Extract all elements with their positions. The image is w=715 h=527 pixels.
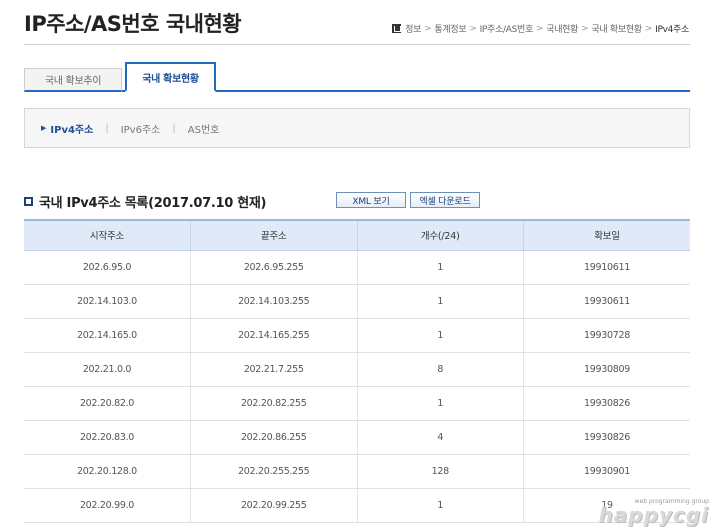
xml-view-button[interactable]: XML 보기 [336,192,406,208]
column-header-end: 끝주소 [190,219,357,251]
cell-count: 1 [356,250,524,285]
cell-start: 202.20.99.0 [24,488,191,523]
breadcrumb-item[interactable]: IP주소/AS번호 [480,22,534,35]
cell-date: 19910611 [523,250,690,285]
tab-domestic-status[interactable]: 국내 확보현황 [125,62,216,92]
cell-date: 19930901 [523,454,690,489]
cell-start: 202.14.165.0 [24,318,191,353]
breadcrumb-current: IPv4주소 [655,25,689,35]
cell-end: 202.21.7.255 [190,352,357,387]
breadcrumb-separator: > [469,23,477,34]
cell-end: 202.20.82.255 [190,386,357,421]
table-row: 202.14.165.0 202.14.165.255 1 19930728 [24,318,690,353]
table-row: 202.21.0.0 202.21.7.255 8 19930809 [24,352,690,387]
cell-start: 202.14.103.0 [24,284,191,319]
watermark-logo: happycgi [598,503,709,527]
cell-date: 19930611 [523,284,690,319]
column-header-count: 개수(/24) [356,219,524,251]
subnav-label: IPv4주소 [50,124,94,136]
cell-count: 1 [356,386,524,421]
column-header-start: 시작주소 [24,219,191,251]
ipv4-table: 시작주소 끝주소 개수(/24) 확보일 202.6.95.0 202.6.95… [24,219,690,523]
cell-end: 202.14.165.255 [190,318,357,353]
page-title: IP주소/AS번호 국내현황 [24,12,242,36]
table-row: 202.20.128.0 202.20.255.255 128 19930901 [24,454,690,489]
triangle-right-icon: ▶ [41,124,47,132]
breadcrumb-separator: > [424,23,432,34]
breadcrumb-separator: > [535,23,544,34]
tab-domestic-trend[interactable]: 국내 확보추이 [24,68,122,92]
cell-count: 8 [356,352,524,387]
subnav-divider: | [105,122,109,134]
subnav-divider: | [172,122,176,134]
breadcrumb-item[interactable]: 국내 확보현황 [591,22,642,35]
breadcrumb-separator: > [581,23,589,34]
table-row: 202.20.99.0 202.20.99.255 1 19 [24,488,690,523]
cell-start: 202.6.95.0 [24,250,191,285]
cell-end: 202.20.86.255 [190,420,357,455]
breadcrumb: 정보 > 통계정보 > IP주소/AS번호 > 국내현황 > 국내 확보현황 >… [392,22,689,35]
tab-bar: 국내 확보추이 국내 확보현황 [24,62,690,92]
title-divider [24,44,690,45]
cell-end: 202.6.95.255 [190,250,357,285]
table-row: 202.20.83.0 202.20.86.255 4 19930826 [24,420,690,455]
square-bullet-icon [24,197,33,206]
breadcrumb-separator: > [644,23,653,34]
sub-navigation: ▶ IPv4주소 | IPv6주소 | AS번호 [24,108,690,148]
cell-count: 128 [356,454,524,489]
table-row: 202.20.82.0 202.20.82.255 1 19930826 [24,386,690,421]
table-row: 202.14.103.0 202.14.103.255 1 19930611 [24,284,690,319]
cell-date: 19930826 [523,386,690,421]
breadcrumb-item[interactable]: 국내현황 [546,22,578,35]
subnav-ipv6[interactable]: IPv6주소 [121,121,161,136]
cell-end: 202.14.103.255 [190,284,357,319]
cell-count: 1 [356,318,524,353]
cell-end: 202.20.255.255 [190,454,357,489]
home-icon[interactable] [392,24,402,33]
cell-start: 202.21.0.0 [24,352,191,387]
cell-count: 1 [356,284,524,319]
cell-count: 4 [356,420,524,455]
cell-start: 202.20.128.0 [24,454,191,489]
cell-start: 202.20.82.0 [24,386,191,421]
cell-date: 19930826 [523,420,690,455]
list-header: 국내 IPv4주소 목록(2017.07.10 현재) [24,192,266,211]
cell-end: 202.20.99.255 [190,488,357,523]
breadcrumb-item[interactable]: 통계정보 [434,22,466,35]
cell-start: 202.20.83.0 [24,420,191,455]
table-header-row: 시작주소 끝주소 개수(/24) 확보일 [24,219,690,251]
column-header-date: 확보일 [523,219,690,251]
cell-date: 19930728 [523,318,690,353]
subnav-ipv4[interactable]: ▶ IPv4주소 [41,121,93,136]
excel-download-button[interactable]: 엑셀 다운로드 [410,192,480,208]
breadcrumb-item[interactable]: 정보 [405,22,421,35]
cell-count: 1 [356,488,524,523]
list-title: 국내 IPv4주소 목록(2017.07.10 현재) [39,196,267,211]
subnav-asn[interactable]: AS번호 [188,121,220,136]
table-row: 202.6.95.0 202.6.95.255 1 19910611 [24,250,690,285]
watermark: web programming group happycgi [599,498,709,525]
cell-date: 19930809 [523,352,690,387]
